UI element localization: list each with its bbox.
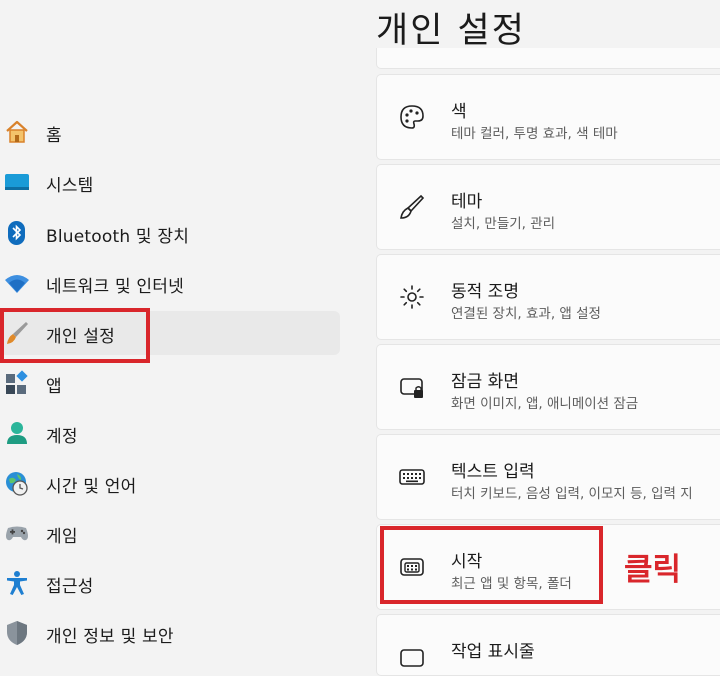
sidebar-item-label: 시간 및 언어: [46, 477, 137, 497]
card-title: 작업 표시줄: [451, 642, 535, 662]
card-title: 테마: [451, 192, 483, 212]
bluetooth-icon: [4, 220, 30, 246]
lighting-icon: [397, 282, 427, 312]
card-subtitle: 화면 이미지, 앱, 애니메이션 잠금: [451, 396, 639, 412]
sidebar-item-label: 개인 정보 및 보안: [46, 627, 174, 647]
sidebar-item-home[interactable]: 홈: [0, 110, 340, 154]
taskbar-icon: [397, 643, 427, 673]
partial-card: [376, 48, 720, 69]
setting-card-dynamic-lighting[interactable]: 동적 조명 연결된 장치, 효과, 앱 설정: [376, 254, 720, 340]
sidebar-item-label: 계정: [46, 427, 78, 447]
sidebar-item-network[interactable]: 네트워크 및 인터넷: [0, 261, 340, 305]
sidebar-item-apps[interactable]: 앱: [0, 361, 340, 405]
click-annotation: 클릭: [624, 552, 682, 588]
sidebar-item-bluetooth[interactable]: Bluetooth 및 장치: [0, 211, 340, 255]
home-icon: [4, 119, 30, 145]
card-subtitle: 터치 키보드, 음성 입력, 이모지 등, 입력 지: [451, 486, 693, 502]
card-title: 잠금 화면: [451, 372, 519, 392]
setting-card-lock-screen[interactable]: 잠금 화면 화면 이미지, 앱, 애니메이션 잠금: [376, 344, 720, 430]
apps-icon: [4, 370, 30, 396]
sidebar-item-privacy[interactable]: 개인 정보 및 보안: [0, 611, 340, 655]
palette-icon: [397, 102, 427, 132]
lock-screen-icon: [397, 372, 427, 402]
account-icon: [4, 420, 30, 446]
setting-card-themes[interactable]: 테마 설치, 만들기, 관리: [376, 164, 720, 250]
setting-card-colors[interactable]: 색 테마 컬러, 투명 효과, 색 테마: [376, 74, 720, 160]
keyboard-icon: [397, 462, 427, 492]
sidebar-item-label: 앱: [46, 377, 62, 397]
card-title: 색: [451, 102, 467, 122]
gamepad-icon: [4, 520, 30, 546]
highlight-box-start: [380, 526, 603, 604]
card-title: 동적 조명: [451, 282, 519, 302]
accessibility-icon: [4, 570, 30, 596]
sidebar-item-label: 홈: [46, 126, 62, 146]
setting-card-text-input[interactable]: 텍스트 입력 터치 키보드, 음성 입력, 이모지 등, 입력 지: [376, 434, 720, 520]
shield-icon: [4, 620, 30, 646]
page-title: 개인 설정: [376, 11, 526, 51]
setting-card-taskbar[interactable]: 작업 표시줄: [376, 614, 720, 676]
sidebar-item-label: 접근성: [46, 577, 94, 597]
sidebar-item-label: 시스템: [46, 176, 94, 196]
sidebar-item-label: 네트워크 및 인터넷: [46, 277, 184, 297]
card-subtitle: 연결된 장치, 효과, 앱 설정: [451, 306, 601, 322]
sidebar-item-time-language[interactable]: 시간 및 언어: [0, 461, 340, 505]
sidebar-item-accessibility[interactable]: 접근성: [0, 561, 340, 605]
sidebar-item-accounts[interactable]: 계정: [0, 411, 340, 455]
card-title: 텍스트 입력: [451, 462, 535, 482]
wifi-icon: [4, 270, 30, 296]
card-subtitle: 설치, 만들기, 관리: [451, 216, 556, 232]
sidebar-item-label: Bluetooth 및 장치: [46, 227, 190, 247]
sidebar-item-label: 게임: [46, 527, 78, 547]
system-icon: [4, 169, 30, 195]
sidebar-item-system[interactable]: 시스템: [0, 160, 340, 204]
sidebar-item-gaming[interactable]: 게임: [0, 511, 340, 555]
globe-clock-icon: [4, 470, 30, 496]
card-subtitle: 테마 컬러, 투명 효과, 색 테마: [451, 126, 618, 142]
highlight-box-personalization: [0, 308, 150, 363]
brush-icon: [397, 192, 427, 222]
